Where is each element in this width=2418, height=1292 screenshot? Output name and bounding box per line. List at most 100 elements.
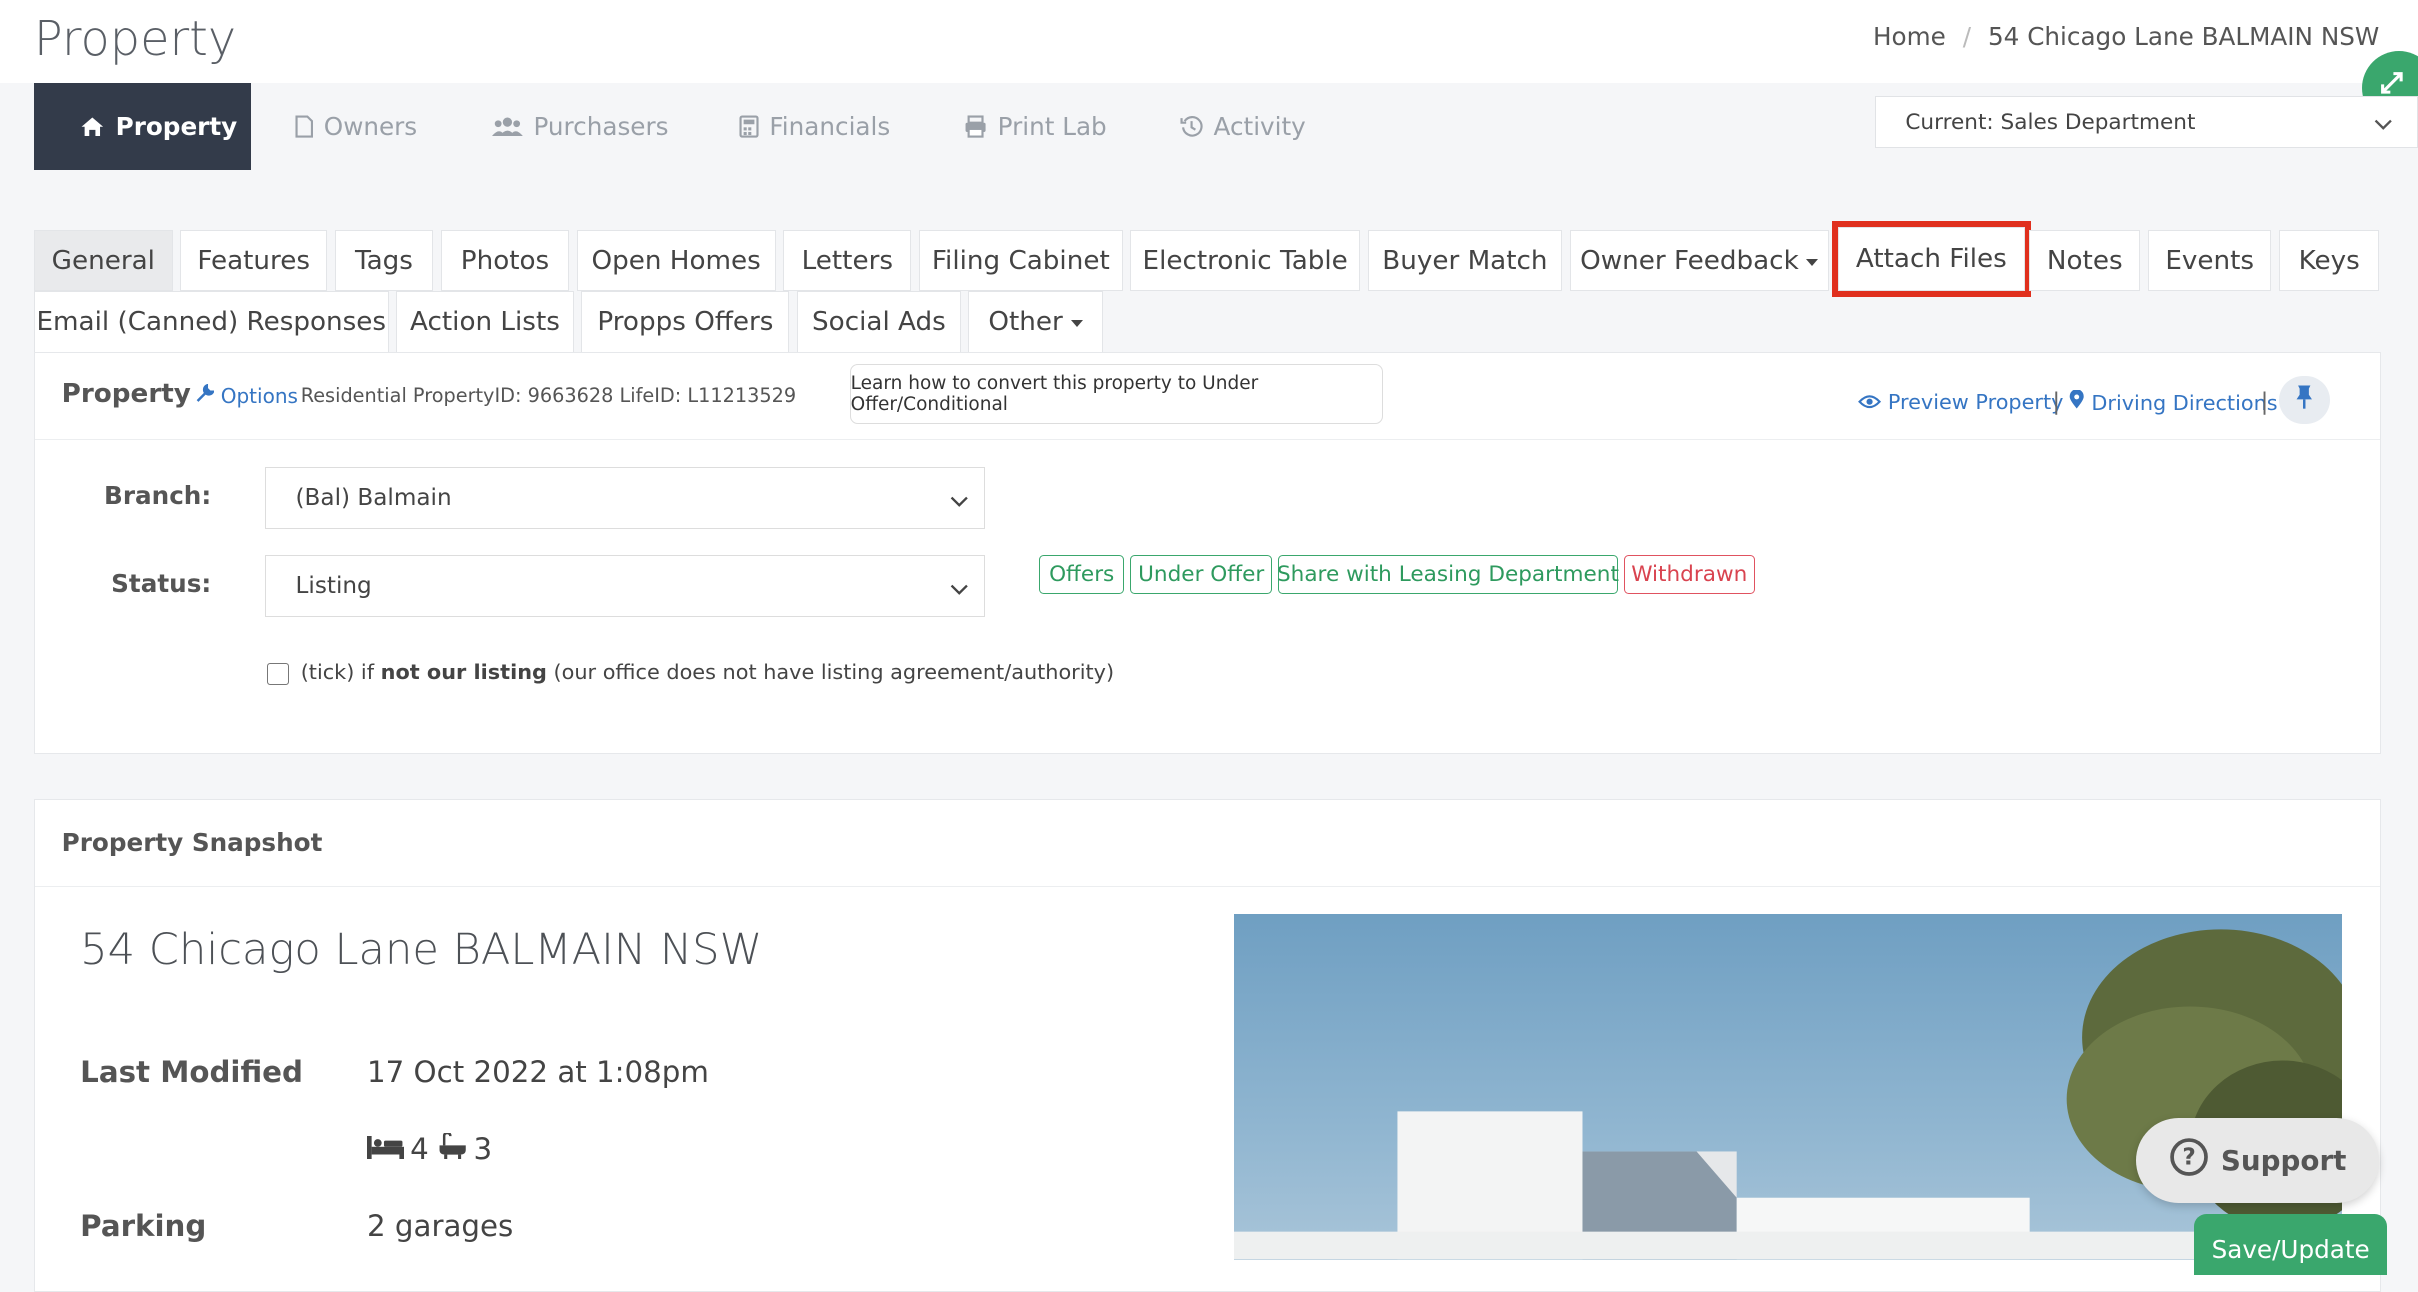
eye-icon bbox=[1858, 390, 1882, 414]
subtab-other[interactable]: Other bbox=[968, 291, 1103, 354]
last-modified-label: Last Modified bbox=[80, 1054, 303, 1089]
not-our-listing-label: (tick) if not our listing (our office do… bbox=[301, 660, 1114, 684]
breadcrumb-current: 54 Chicago Lane BALMAIN NSW bbox=[1987, 21, 2380, 51]
checkbox-label-prefix: (tick) if bbox=[300, 659, 381, 684]
branch-label: Branch: bbox=[104, 481, 212, 511]
subtab-open-homes[interactable]: Open Homes bbox=[576, 229, 776, 292]
subtab-filing-cabinet[interactable]: Filing Cabinet bbox=[919, 229, 1123, 292]
nav-tab-purchasers[interactable]: Purchasers bbox=[491, 83, 669, 169]
preview-property-link[interactable]: Preview Property bbox=[1858, 390, 2063, 414]
subtab-events[interactable]: Events bbox=[2148, 229, 2272, 292]
property-id: Residential PropertyID: 9663628 bbox=[300, 383, 614, 407]
nav-tab-label: Financials bbox=[769, 111, 891, 141]
share-leasing-button[interactable]: Share with Leasing Department bbox=[1277, 555, 1619, 594]
nav-tab-label: Owners bbox=[323, 111, 418, 141]
withdrawn-button[interactable]: Withdrawn bbox=[1623, 555, 1755, 594]
subtab-features[interactable]: Features bbox=[180, 229, 327, 292]
bed-icon bbox=[366, 1132, 404, 1166]
chevron-down-icon bbox=[2374, 112, 2393, 137]
subtab-attach-files[interactable]: Attach Files bbox=[1832, 220, 2031, 298]
checkbox-label-bold: not our listing bbox=[380, 659, 547, 684]
subtab-action-lists[interactable]: Action Lists bbox=[396, 291, 574, 354]
subtab-label: Owner Feedback bbox=[1580, 245, 1799, 276]
snapshot-address: 54 Chicago Lane BALMAIN NSW bbox=[80, 925, 763, 976]
branch-value: (Bal) Balmain bbox=[295, 485, 452, 512]
subtab-buyer-match[interactable]: Buyer Match bbox=[1367, 229, 1563, 292]
support-button[interactable]: ? Support bbox=[2135, 1117, 2380, 1203]
subtab-keys[interactable]: Keys bbox=[2279, 229, 2380, 292]
subtab-propps-offers[interactable]: Propps Offers bbox=[581, 291, 790, 354]
driving-directions-link[interactable]: Driving Directions bbox=[2069, 389, 2278, 416]
page-title: Property bbox=[33, 12, 237, 68]
support-label: Support bbox=[2220, 1143, 2347, 1177]
calculator-icon bbox=[739, 115, 759, 138]
driving-directions-label: Driving Directions bbox=[2091, 391, 2278, 416]
status-label: Status: bbox=[111, 568, 212, 598]
parking-label: Parking bbox=[80, 1208, 207, 1243]
property-meta: Residential PropertyID: 9663628 LifeID: … bbox=[301, 384, 796, 407]
subtab-electronic-table[interactable]: Electronic Table bbox=[1130, 229, 1361, 292]
checkbox-label-suffix: (our office does not have listing agreem… bbox=[546, 659, 1115, 684]
property-photo bbox=[1233, 914, 2343, 1260]
department-value: Current: Sales Department bbox=[1905, 110, 2196, 136]
subtab-notes[interactable]: Notes bbox=[2029, 229, 2141, 292]
subtab-photos[interactable]: Photos bbox=[441, 229, 569, 292]
link-divider: | bbox=[2260, 388, 2269, 415]
subtab-general[interactable]: General bbox=[33, 229, 173, 292]
nav-tab-label: Activity bbox=[1213, 111, 1306, 141]
help-icon: ? bbox=[2169, 1137, 2209, 1184]
branch-select[interactable]: (Bal) Balmain bbox=[265, 467, 986, 529]
bed-bath-row: 4 3 bbox=[366, 1131, 493, 1166]
save-update-button[interactable]: Save/Update bbox=[2194, 1213, 2388, 1276]
status-select[interactable]: Listing bbox=[265, 555, 986, 617]
status-value: Listing bbox=[295, 572, 372, 599]
subtab-tags[interactable]: Tags bbox=[334, 229, 434, 292]
subtab-letters[interactable]: Letters bbox=[783, 229, 912, 292]
life-id: LifeID: L11213529 bbox=[619, 383, 797, 407]
not-our-listing-checkbox[interactable] bbox=[266, 663, 289, 686]
nav-tab-label: Property bbox=[115, 111, 238, 141]
breadcrumb-home[interactable]: Home bbox=[1873, 22, 1946, 51]
caret-down-icon bbox=[1070, 320, 1083, 327]
snapshot-card-header bbox=[34, 800, 2380, 888]
options-label: Options bbox=[220, 383, 298, 408]
offers-button[interactable]: Offers bbox=[1039, 555, 1125, 594]
caret-down-icon bbox=[1806, 258, 1819, 266]
bath-count: 3 bbox=[473, 1131, 493, 1166]
pin-button[interactable] bbox=[2279, 376, 2330, 425]
title-bar: Property Home/54 Chicago Lane BALMAIN NS… bbox=[0, 0, 2418, 84]
last-modified-value: 17 Oct 2022 at 1:08pm bbox=[366, 1054, 709, 1089]
parking-value: 2 garages bbox=[366, 1208, 514, 1243]
map-marker-icon bbox=[2069, 389, 2085, 415]
subtab-label: Other bbox=[988, 307, 1063, 338]
nav-tab-owners[interactable]: Owners bbox=[294, 83, 418, 169]
nav-tab-property[interactable]: Property bbox=[33, 83, 252, 170]
nav-tab-financials[interactable]: Financials bbox=[739, 83, 891, 169]
chevron-down-icon bbox=[950, 576, 969, 602]
property-card-title: Property bbox=[61, 379, 191, 410]
bed-count: 4 bbox=[410, 1131, 429, 1166]
preview-property-label: Preview Property bbox=[1887, 390, 2064, 415]
subtab-owner-feedback[interactable]: Owner Feedback bbox=[1569, 229, 1829, 292]
users-icon bbox=[491, 116, 523, 138]
file-icon bbox=[294, 115, 314, 138]
subtab-email-responses[interactable]: Email (Canned) Responses bbox=[33, 291, 389, 354]
department-select[interactable]: Current: Sales Department bbox=[1875, 95, 2418, 149]
convert-tooltip: Learn how to convert this property to Un… bbox=[849, 363, 1384, 425]
under-offer-button[interactable]: Under Offer bbox=[1130, 555, 1273, 594]
link-divider: | bbox=[2052, 388, 2061, 415]
nav-tab-label: Print Lab bbox=[997, 111, 1107, 141]
subtab-social-ads[interactable]: Social Ads bbox=[797, 291, 961, 354]
app-root: Property Home/54 Chicago Lane BALMAIN NS… bbox=[0, 0, 2418, 1292]
nav-tab-label: Purchasers bbox=[533, 111, 669, 141]
options-link[interactable]: Options bbox=[196, 384, 298, 408]
snapshot-header: Property Snapshot bbox=[61, 828, 323, 858]
nav-tab-activity[interactable]: Activity bbox=[1180, 83, 1306, 169]
svg-text:?: ? bbox=[2182, 1145, 2195, 1171]
history-icon bbox=[1180, 115, 1203, 138]
bath-icon bbox=[438, 1131, 467, 1166]
chevron-down-icon bbox=[950, 488, 969, 514]
nav-tab-print-lab[interactable]: Print Lab bbox=[964, 83, 1107, 169]
printer-icon bbox=[964, 115, 987, 138]
pin-icon bbox=[2295, 384, 2314, 416]
